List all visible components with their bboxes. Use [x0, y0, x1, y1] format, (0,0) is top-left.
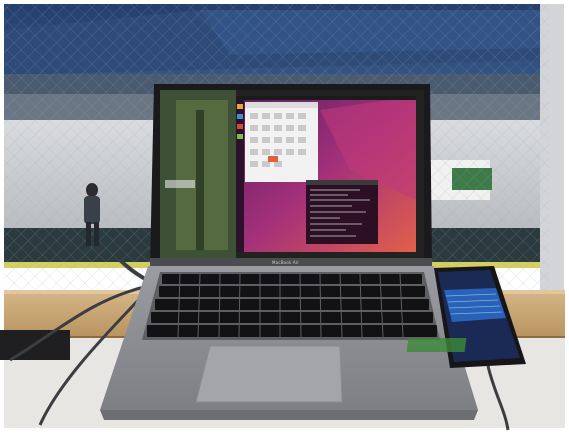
trackpad [195, 345, 343, 403]
app-grid-window [245, 102, 318, 182]
photo-scene: MacBook Air [0, 0, 569, 431]
keyboard [147, 274, 437, 337]
laptop-lid [150, 84, 432, 268]
terminal-window [306, 180, 378, 244]
laptop-badge-text: MacBook Air [272, 260, 300, 265]
